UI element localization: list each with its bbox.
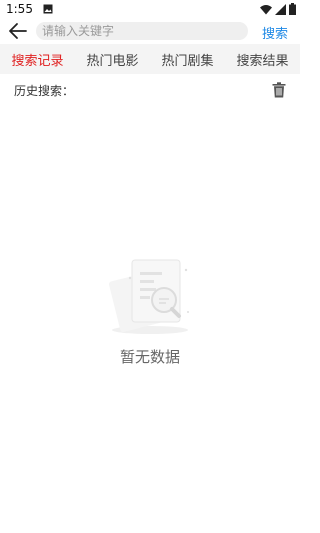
battery-icon <box>289 3 296 15</box>
image-icon <box>43 4 53 14</box>
empty-document-icon <box>109 259 189 334</box>
search-input[interactable] <box>42 24 248 38</box>
history-header: 历史搜索： <box>0 78 300 102</box>
search-box <box>36 22 248 40</box>
tab-hot-series[interactable]: 热门剧集 <box>161 50 213 69</box>
trash-icon <box>272 82 286 98</box>
search-header: 搜索 <box>0 18 300 44</box>
status-time: 1:55 <box>6 2 33 16</box>
tab-search-history[interactable]: 搜索记录 <box>11 50 63 69</box>
back-button[interactable] <box>8 22 28 40</box>
tab-bar: 搜索记录 热门电影 热门剧集 搜索结果 <box>0 44 300 74</box>
app-screen: 1:55 搜索 搜索 <box>0 0 300 533</box>
history-label: 历史搜索： <box>14 83 75 98</box>
clear-history-button[interactable] <box>272 82 288 98</box>
search-button[interactable]: 搜索 <box>262 23 288 42</box>
tab-hot-movies[interactable]: 热门电影 <box>86 50 138 69</box>
signal-icon <box>275 3 286 15</box>
status-icons <box>260 3 296 15</box>
empty-state-text: 暂无数据 <box>119 348 180 366</box>
back-arrow-icon <box>9 23 27 39</box>
status-bar: 1:55 <box>0 0 300 18</box>
wifi-icon <box>260 4 272 14</box>
tab-search-results[interactable]: 搜索结果 <box>236 50 288 69</box>
